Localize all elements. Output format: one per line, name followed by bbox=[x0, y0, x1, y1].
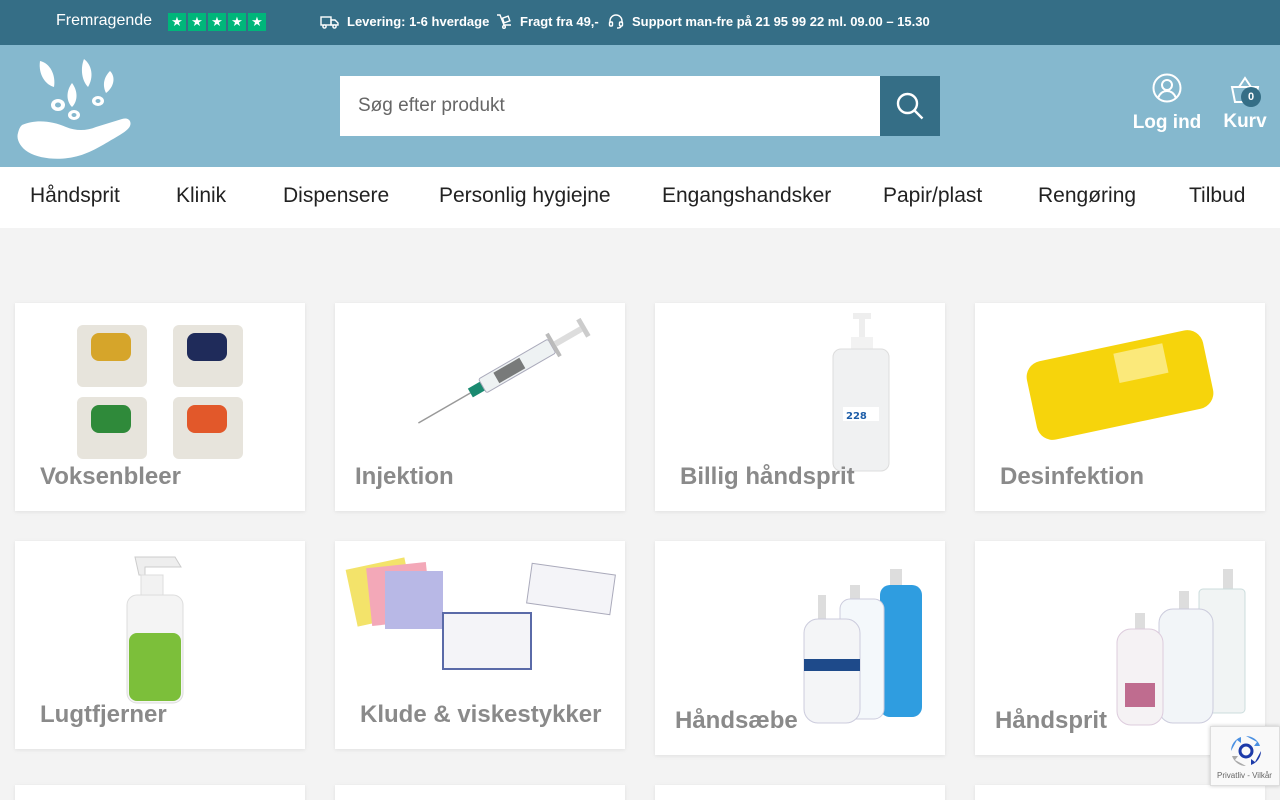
spray-bottle-image bbox=[126, 556, 184, 704]
wipes-pack-image bbox=[1026, 330, 1214, 440]
recaptcha-terms-link[interactable]: Privatliv - Vilkår bbox=[1217, 771, 1272, 780]
category-card-billig-handsprit[interactable]: 228 Billig håndsprit bbox=[655, 303, 945, 511]
nav-item-personlig-hygiejne[interactable]: Personlig hygiejne bbox=[439, 184, 611, 208]
site-logo[interactable] bbox=[14, 53, 134, 159]
cart-label: Kurv bbox=[1223, 111, 1267, 132]
nav-item-handsprit[interactable]: Håndsprit bbox=[30, 184, 120, 208]
nav-item-engangshandsker[interactable]: Engangshandsker bbox=[662, 184, 831, 208]
category-label: Injektion bbox=[355, 463, 454, 490]
nav-item-dispensere[interactable]: Dispensere bbox=[283, 184, 389, 208]
category-label: Håndsæbe bbox=[675, 707, 798, 734]
category-card-klude-viskestykker[interactable]: Klude & viskestykker bbox=[335, 541, 625, 749]
usp-freight-text: Fragt fra 49,- bbox=[520, 14, 599, 29]
cart-link[interactable]: 0 Kurv bbox=[1222, 75, 1268, 133]
search-input[interactable] bbox=[340, 76, 880, 136]
category-card-injektion[interactable]: Injektion bbox=[335, 303, 625, 511]
usp-support-text: Support man-fre på 21 95 99 22 ml. 09.00… bbox=[632, 14, 930, 29]
category-label: Voksenbleer bbox=[40, 463, 181, 490]
category-label: Lugtfjerner bbox=[40, 701, 167, 728]
main-nav: Håndsprit Klinik Dispensere Personlig hy… bbox=[0, 167, 1280, 228]
category-label: Klude & viskestykker bbox=[360, 701, 602, 728]
syringe-image bbox=[418, 317, 591, 424]
login-link[interactable]: Log ind bbox=[1130, 73, 1204, 134]
headset-icon bbox=[608, 14, 624, 29]
trustpilot-stars[interactable]: ★ ★ ★ ★ ★ bbox=[168, 13, 266, 31]
category-card-handsaebe[interactable]: Håndsæbe bbox=[655, 541, 945, 755]
nav-item-papir-plast[interactable]: Papir/plast bbox=[883, 184, 982, 208]
hand-leaves-logo-icon bbox=[17, 59, 131, 159]
login-label: Log ind bbox=[1132, 112, 1202, 133]
nav-item-rengoring[interactable]: Rengøring bbox=[1038, 184, 1136, 208]
category-label: Håndsprit bbox=[995, 707, 1108, 734]
star-icon: ★ bbox=[208, 13, 226, 31]
usp-freight: Fragt fra 49,- bbox=[496, 14, 599, 29]
nav-item-tilbud[interactable]: Tilbud bbox=[1189, 184, 1245, 208]
star-icon: ★ bbox=[188, 13, 206, 31]
recaptcha-icon bbox=[1231, 736, 1261, 766]
search-button[interactable] bbox=[880, 76, 940, 136]
diaper-packs-image bbox=[77, 325, 243, 459]
sanitizer-bottle-image: 228 bbox=[832, 313, 890, 472]
category-label: Billig håndsprit bbox=[680, 463, 855, 490]
user-icon bbox=[1152, 73, 1182, 103]
category-card-handsprit[interactable]: Håndsprit bbox=[975, 541, 1265, 755]
category-card-partial[interactable] bbox=[975, 785, 1265, 800]
sanitizer-bottles-image bbox=[1116, 569, 1246, 726]
usp-support: Support man-fre på 21 95 99 22 ml. 09.00… bbox=[608, 14, 930, 29]
search-bar bbox=[340, 76, 940, 136]
category-card-voksenbleer[interactable]: Voksenbleer bbox=[15, 303, 305, 511]
site-header: Log ind 0 Kurv bbox=[0, 45, 1280, 167]
category-card-desinfektion[interactable]: Desinfektion bbox=[975, 303, 1265, 511]
soap-bottles-image bbox=[803, 569, 922, 724]
category-card-partial[interactable] bbox=[335, 785, 625, 800]
category-card-partial[interactable] bbox=[655, 785, 945, 800]
dolly-icon bbox=[497, 14, 511, 29]
star-icon: ★ bbox=[248, 13, 266, 31]
category-label: Desinfektion bbox=[1000, 463, 1145, 490]
cloths-image bbox=[345, 557, 616, 670]
nav-item-klinik[interactable]: Klinik bbox=[176, 184, 226, 208]
recaptcha-badge[interactable]: Privatliv - Vilkår bbox=[1210, 726, 1280, 786]
star-icon: ★ bbox=[228, 13, 246, 31]
top-bar: Fremragende ★ ★ ★ ★ ★ Levering: 1-6 hver… bbox=[0, 0, 1280, 45]
usp-delivery: Levering: 1-6 hverdage bbox=[320, 14, 489, 29]
cart-count-badge: 0 bbox=[1241, 87, 1261, 107]
star-icon: ★ bbox=[168, 13, 186, 31]
category-card-partial[interactable] bbox=[15, 785, 305, 800]
trustpilot-rating-text[interactable]: Fremragende bbox=[56, 12, 152, 30]
truck-icon bbox=[320, 15, 339, 29]
search-icon bbox=[896, 92, 924, 120]
category-card-lugtfjerner[interactable]: Lugtfjerner bbox=[15, 541, 305, 749]
svg-text:228: 228 bbox=[846, 411, 867, 422]
usp-delivery-text: Levering: 1-6 hverdage bbox=[347, 14, 490, 29]
